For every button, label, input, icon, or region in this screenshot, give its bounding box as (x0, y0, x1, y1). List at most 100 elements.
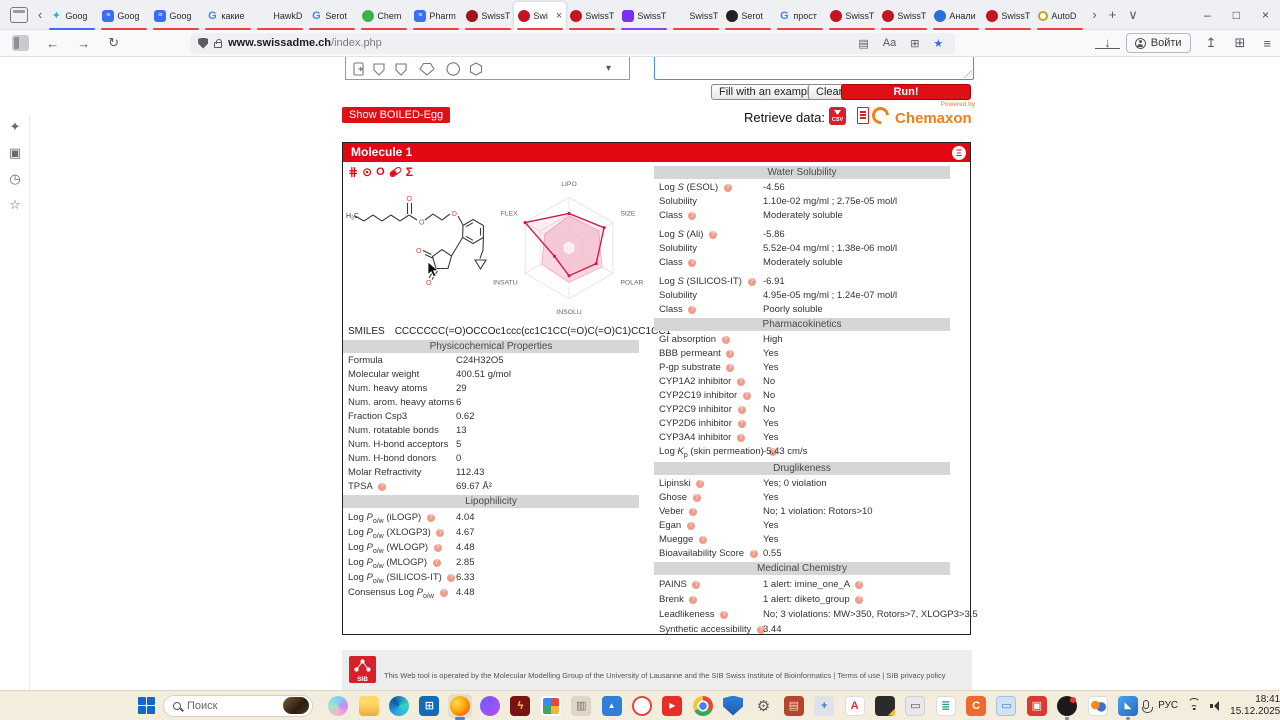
fill-example-button[interactable]: Fill with an example (711, 84, 824, 100)
back-button[interactable]: ← (37, 36, 68, 51)
help-icon[interactable]: ? (688, 306, 697, 314)
downloads-button[interactable]: ↓ (1095, 36, 1120, 49)
search-highlight-thumbnail[interactable] (283, 697, 309, 714)
help-icon[interactable]: ? (736, 378, 745, 386)
browser-tab[interactable]: SwissT (878, 2, 930, 30)
url-text[interactable]: www.swissadme.ch/index.php (228, 37, 848, 49)
ai-sparkle-icon[interactable]: ✦ (0, 114, 30, 140)
browser-tab[interactable]: AutoD (1034, 2, 1086, 30)
lock-icon[interactable] (214, 38, 223, 48)
similarity-icon[interactable]: ⊙ (362, 165, 372, 179)
start-button[interactable] (138, 697, 155, 714)
youtube-icon[interactable]: ▶ (660, 694, 684, 718)
privacy-link[interactable]: SIB privacy policy (886, 671, 945, 680)
browser-tab[interactable]: SwissTarg (618, 2, 670, 30)
help-icon[interactable]: ? (737, 406, 746, 414)
help-icon[interactable]: ? (688, 259, 697, 267)
browser-tab[interactable]: SwissT (826, 2, 878, 30)
archive-app-icon[interactable]: ▥ (569, 694, 593, 718)
panel-top-icon[interactable]: Ξ (952, 145, 966, 160)
copilot-icon[interactable] (326, 694, 350, 718)
designer-icon[interactable] (478, 694, 502, 718)
browser-tab[interactable]: Chem (358, 2, 410, 30)
structure-sketcher[interactable]: ▾ (345, 57, 630, 80)
bookmark-star-icon[interactable]: ★ (929, 37, 947, 50)
bookmarks-icon[interactable]: ☆ (0, 192, 30, 218)
share-icon[interactable]: ↥ (1197, 35, 1226, 51)
address-bar[interactable]: www.swissadme.ch/index.php ▤ Aa ⊞ ★ (190, 32, 956, 54)
help-icon[interactable]: ? (726, 350, 735, 358)
file-explorer-icon[interactable] (357, 694, 381, 718)
help-icon[interactable]: ? (709, 231, 718, 239)
signin-button[interactable]: Войти (1125, 33, 1191, 53)
help-icon[interactable]: ? (426, 514, 435, 522)
chrome-icon[interactable] (691, 694, 715, 718)
taskbar-search[interactable]: Поиск (163, 694, 313, 717)
ms-store-icon[interactable]: ⊞ (417, 694, 441, 718)
history-icon[interactable]: ◷ (0, 166, 30, 192)
ring-icon[interactable]: O (376, 165, 385, 179)
new-tab-button[interactable]: + (1103, 7, 1123, 22)
help-icon[interactable]: ? (688, 212, 697, 220)
run-button[interactable]: Run! (841, 84, 971, 100)
browser-tab[interactable]: ≡ Pharm (410, 2, 462, 30)
tab-close-icon[interactable]: × (556, 10, 562, 22)
help-icon[interactable]: ? (747, 278, 756, 286)
defender-icon[interactable] (721, 694, 745, 718)
wifi-icon[interactable] (1187, 698, 1201, 711)
help-icon[interactable]: ? (721, 336, 730, 344)
media-app-icon[interactable] (1055, 694, 1079, 720)
scroll-tabs-left-icon[interactable]: ‹ (34, 1, 46, 29)
help-icon[interactable]: ? (689, 596, 698, 604)
browser-tab[interactable]: ≡ Goog (150, 2, 202, 30)
firefox-icon[interactable] (447, 693, 472, 720)
browser-tab[interactable]: Serot (722, 2, 774, 30)
browser-tab[interactable]: Swi × (514, 1, 567, 30)
tracking-protection-icon[interactable] (198, 37, 209, 49)
photos-app-icon[interactable] (539, 694, 563, 718)
code-editor-icon[interactable] (873, 694, 897, 718)
window-minimize-button[interactable]: – (1193, 0, 1222, 30)
taskbar-clock[interactable]: 18:41 15.12.2025 (1230, 694, 1280, 718)
extensions-icon[interactable]: ⊞ (1226, 35, 1255, 51)
help-icon[interactable]: ? (432, 559, 441, 567)
settings-icon[interactable]: ⚙ (751, 694, 775, 718)
list-tabs-icon[interactable]: ∨ (1122, 7, 1144, 23)
help-icon[interactable]: ? (377, 483, 386, 491)
volume-icon[interactable] (1210, 700, 1221, 711)
forward-button[interactable]: → (68, 36, 99, 51)
sib-logo[interactable]: SIB (349, 656, 376, 683)
window-maximize-button[interactable]: □ (1222, 0, 1251, 30)
help-icon[interactable]: ? (855, 581, 864, 589)
menu-icon[interactable]: ≡ (1254, 36, 1280, 51)
browser-tab[interactable]: SwissT (566, 2, 618, 30)
browser-tab[interactable]: SwissTarg (670, 2, 722, 30)
corel-app-icon[interactable]: C (964, 694, 988, 718)
window-close-button[interactable]: × (1251, 0, 1280, 30)
target-prediction-icon[interactable]: ⋕ (348, 165, 358, 179)
sidebar-toggle-icon[interactable] (12, 35, 30, 51)
help-icon[interactable]: ? (749, 550, 758, 558)
chemaxon-logo[interactable]: Powered by Chemaxon (868, 101, 975, 129)
help-icon[interactable]: ? (742, 392, 751, 400)
firefox-view-icon[interactable] (10, 6, 28, 23)
sum-icon[interactable]: Σ (406, 165, 413, 179)
browser-tab[interactable]: G прост (774, 2, 826, 30)
people-app-icon[interactable] (1086, 694, 1110, 718)
browser-tab[interactable]: HawkDock (254, 2, 306, 30)
reload-button[interactable]: ↻ (99, 35, 128, 51)
smiles-textarea[interactable] (654, 57, 974, 80)
pill-icon[interactable] (388, 165, 403, 179)
help-icon[interactable]: ? (726, 364, 735, 372)
help-icon[interactable]: ? (433, 544, 442, 552)
help-icon[interactable]: ? (696, 480, 705, 488)
browser-tab[interactable]: SwissT (982, 2, 1034, 30)
help-icon[interactable]: ? (692, 581, 701, 589)
edge-icon[interactable] (387, 694, 411, 718)
extension-grid-icon[interactable]: ⊞ (906, 37, 923, 50)
acrobat-icon[interactable]: A (843, 694, 867, 718)
disk-app-icon[interactable]: ▤ (782, 694, 806, 718)
browser-tab[interactable]: G Serot (306, 2, 358, 30)
help-icon[interactable]: ? (698, 536, 707, 544)
browser-tab[interactable]: G какие (202, 2, 254, 30)
